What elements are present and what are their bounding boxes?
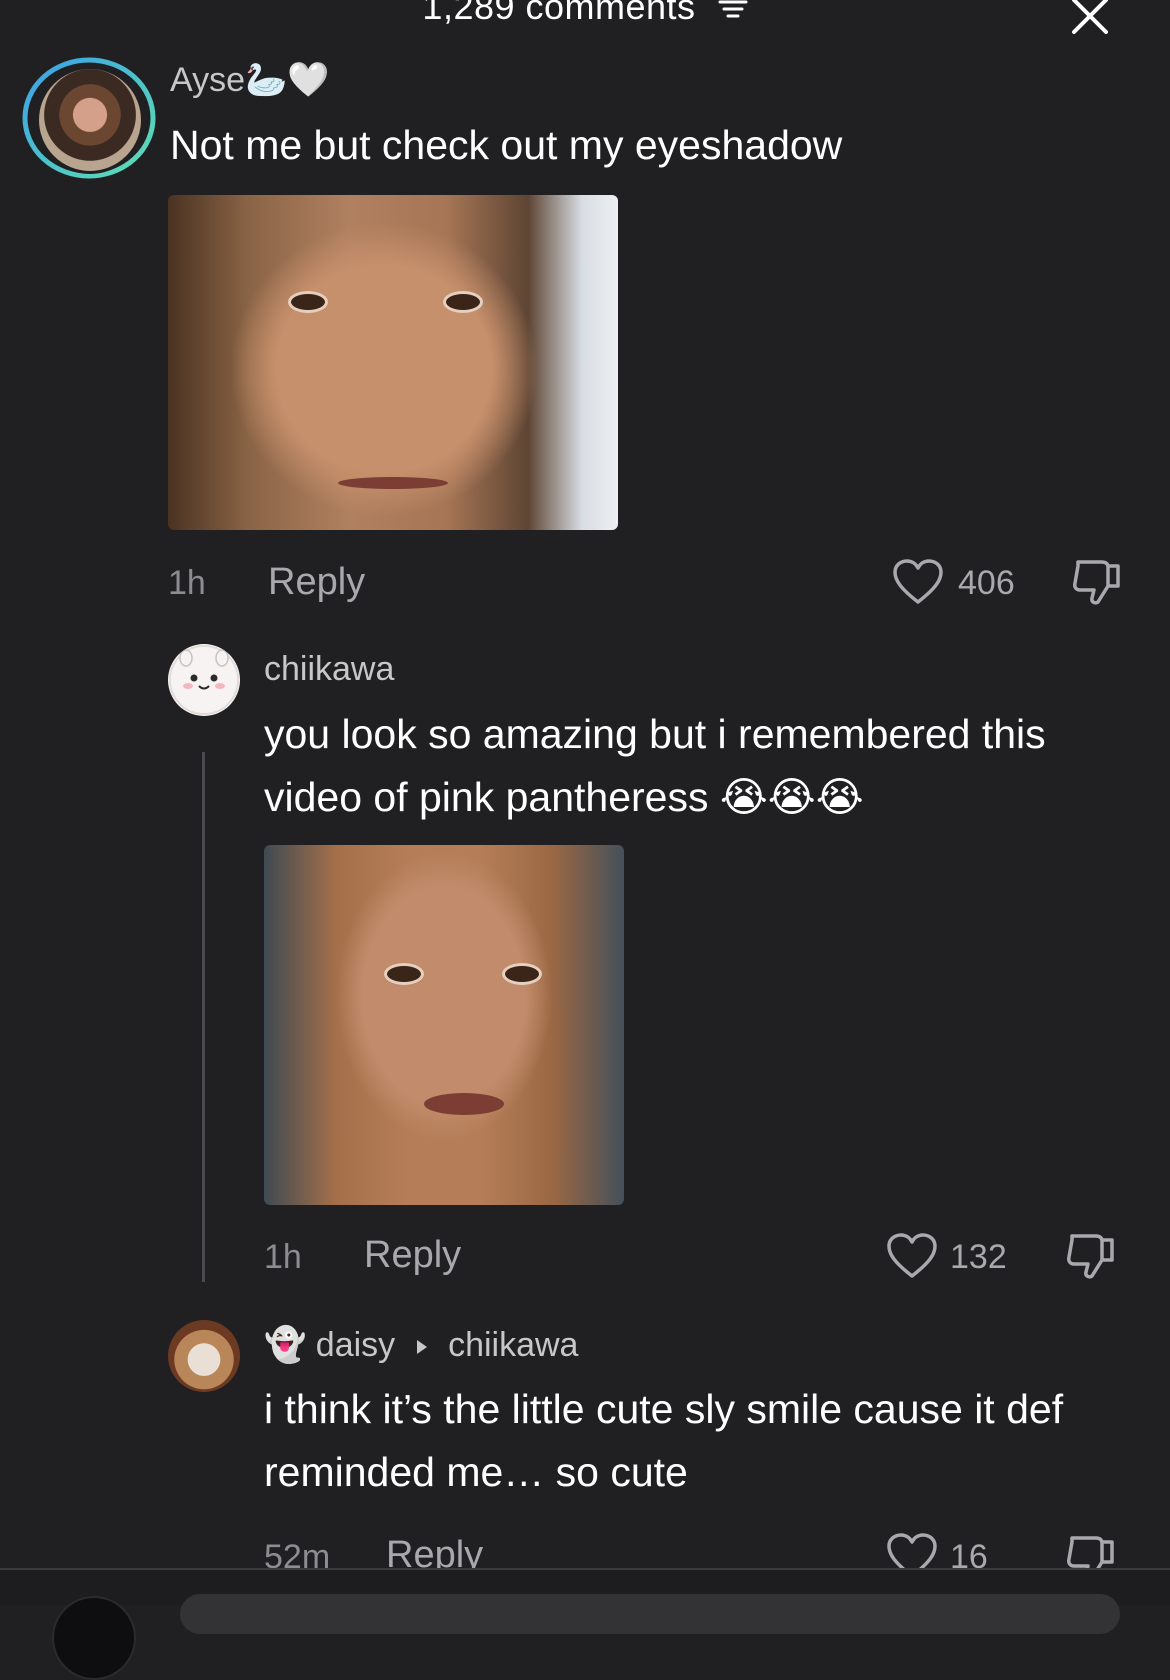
photo-eye — [384, 963, 424, 985]
reply-button[interactable]: Reply — [268, 561, 365, 604]
comments-count: 1,289 comments — [422, 0, 696, 27]
photo-eye — [502, 963, 542, 985]
avatar[interactable] — [168, 1320, 240, 1392]
thread-line — [202, 752, 205, 1282]
like-count: 132 — [950, 1238, 1007, 1276]
username-emoji: 🦢🤍 — [244, 61, 330, 99]
comment-text-body: you look so amazing but i remembered thi… — [264, 711, 1046, 820]
comment-username[interactable]: chiikawa — [264, 650, 394, 689]
dislike-icon[interactable] — [1070, 556, 1124, 610]
like-count: 406 — [958, 564, 1015, 602]
photo-eye — [288, 291, 328, 313]
comment-time: 1h — [264, 1238, 302, 1276]
reply-to-username[interactable]: chiikawa — [448, 1326, 578, 1364]
username-text: Ayse — [170, 61, 245, 99]
heart-icon[interactable] — [892, 558, 944, 606]
username-text: daisy — [315, 1326, 396, 1364]
dislike-icon[interactable] — [1064, 1230, 1118, 1284]
comment-time: 1h — [168, 564, 206, 602]
comment-text: you look so amazing but i remembered thi… — [264, 703, 1124, 829]
filter-icon[interactable] — [718, 0, 748, 21]
comment-text: Not me but check out my eyeshadow — [170, 122, 843, 168]
comment-input[interactable] — [180, 1594, 1120, 1634]
reply-button[interactable]: Reply — [364, 1234, 461, 1277]
photo-mouth — [338, 477, 448, 489]
ghost-emoji: 👻 — [264, 1326, 307, 1364]
comment-text: i think it’s the little cute sly smile c… — [264, 1386, 1064, 1495]
caret-right-icon — [415, 1338, 429, 1356]
comment-emoji: 😭😭😭 — [719, 774, 864, 820]
photo-eye — [443, 291, 483, 313]
comment-photo[interactable] — [168, 195, 618, 530]
avatar[interactable] — [168, 644, 240, 716]
close-icon[interactable] — [1068, 0, 1112, 38]
comment-photo[interactable] — [264, 845, 624, 1205]
comments-header: 1,289 comments — [0, 0, 1170, 28]
comment-username[interactable]: Ayse🦢🤍 — [170, 60, 330, 100]
heart-icon[interactable] — [886, 1232, 938, 1280]
current-user-avatar — [52, 1596, 136, 1680]
photo-mouth — [424, 1093, 504, 1115]
comment-username[interactable]: 👻 daisy chiikawa — [264, 1325, 578, 1365]
avatar[interactable] — [36, 66, 144, 174]
